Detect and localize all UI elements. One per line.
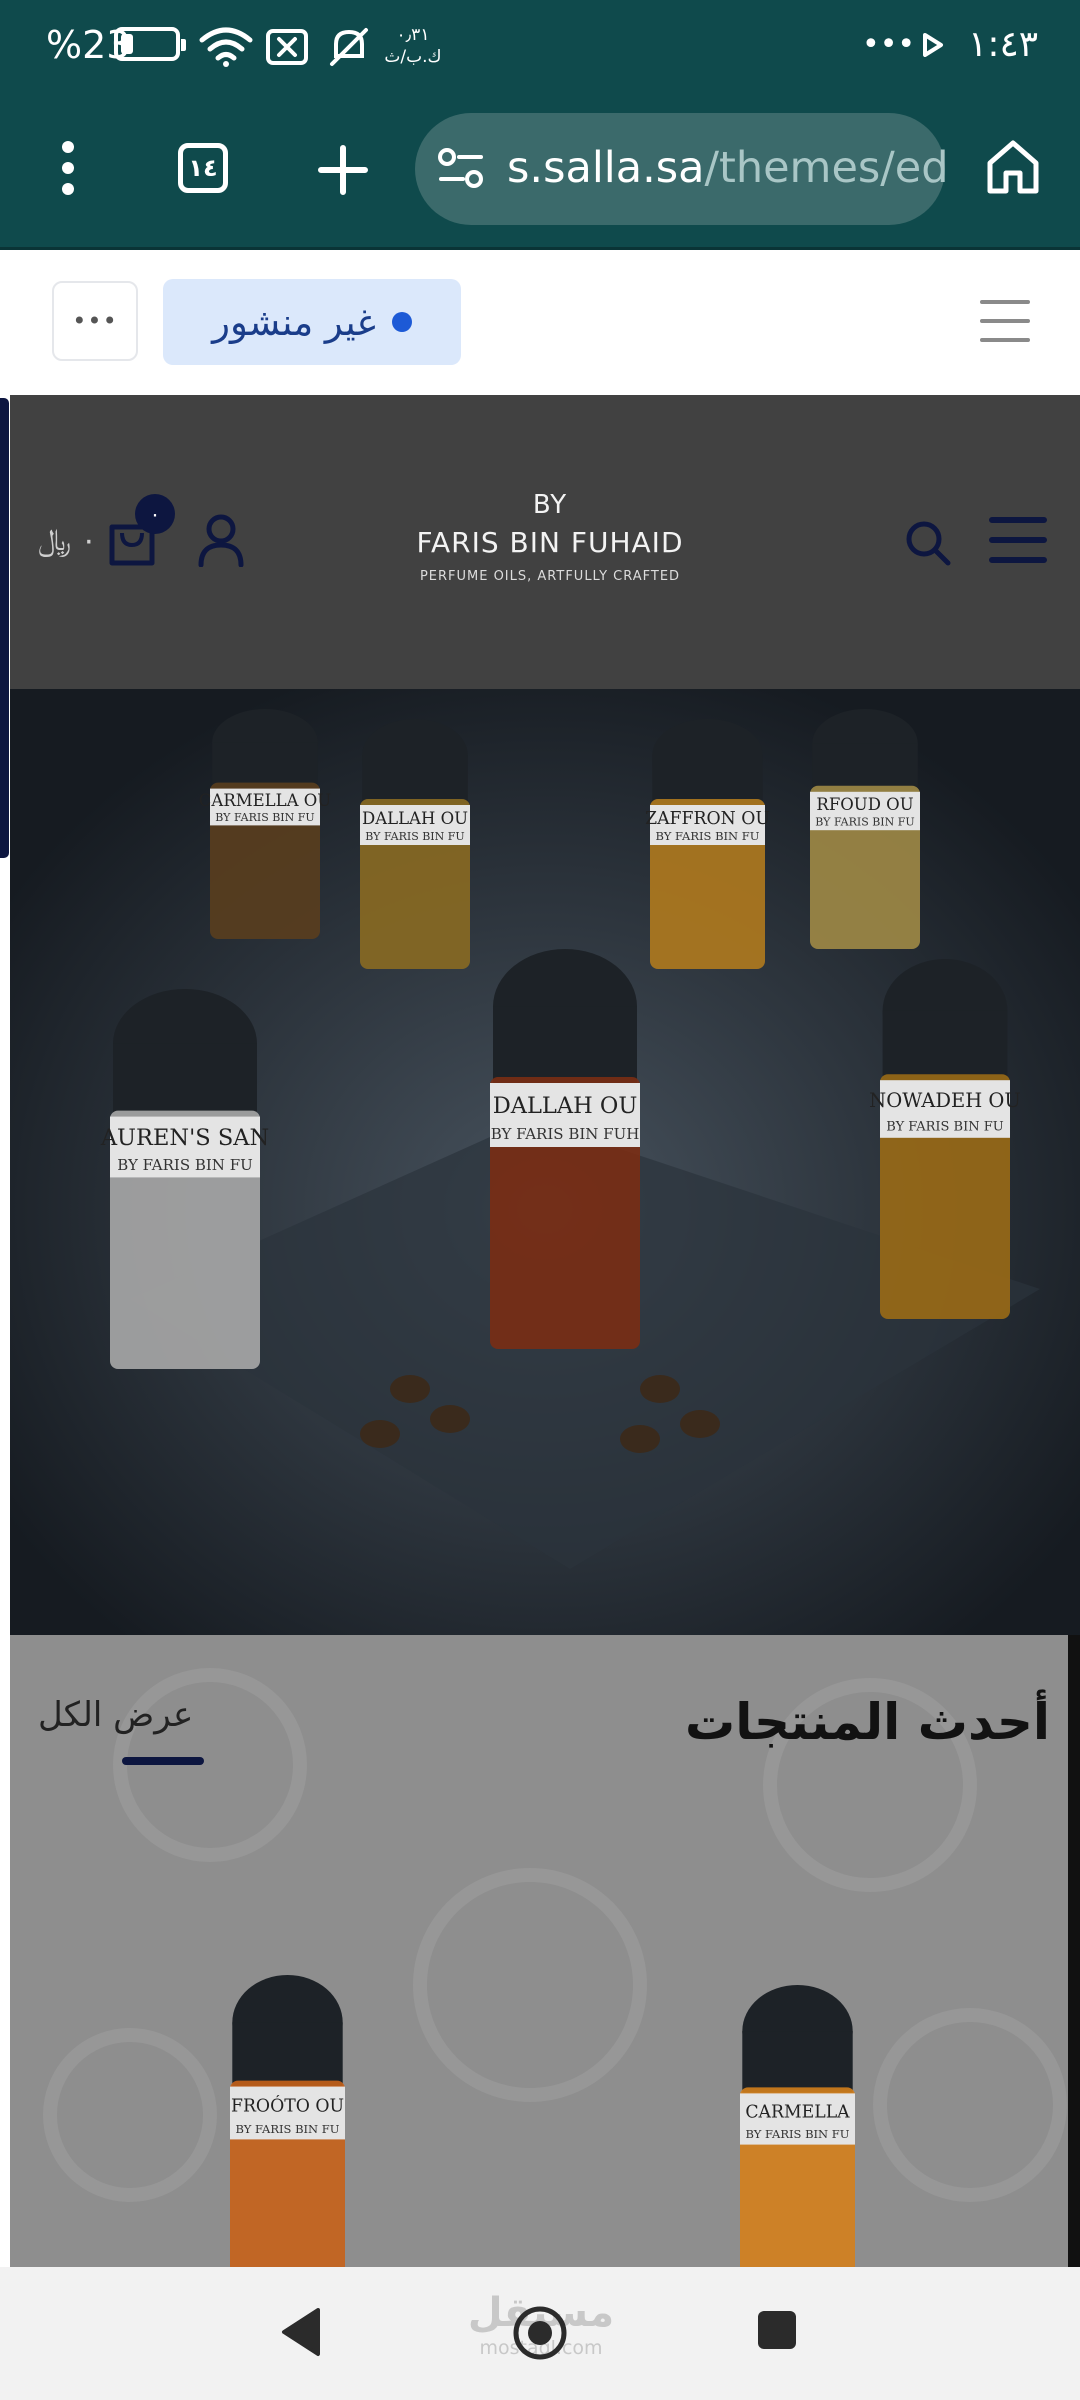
bottle-name: DALLAH OU — [493, 1093, 638, 1119]
new-tab-icon[interactable] — [318, 145, 368, 195]
user-icon[interactable] — [198, 513, 244, 567]
system-nav-bar: مستقل mostaql.com — [0, 2267, 1080, 2400]
tabs-button[interactable]: ١٤ — [178, 143, 228, 193]
product-bottles[interactable]: FROÓTO OU BY FARIS BIN FU CARMELLA BY FARIS… — [10, 1635, 1068, 2267]
bottle-sub: BY FARIS BIN FU — [117, 1156, 253, 1174]
bottle-cap-base — [362, 755, 468, 803]
hero-bottle-6: AUREN'S SAN BY FARIS BIN FU — [100, 989, 269, 1369]
site-settings-icon[interactable] — [437, 147, 485, 191]
network-speed: ٠٫٣١ ك.ب/ث — [384, 25, 442, 67]
hero-bottle-2: ZAFFRON OUBY FARIS BIN FU — [645, 719, 770, 969]
bottle-sub: BY FARIS BIN FU — [815, 815, 914, 828]
brand-tagline: PERFUME OILS, ARTFULLY CRAFTED — [419, 569, 681, 584]
hero-bottle-3: RFOUD OUBY FARIS BIN FU — [810, 709, 920, 949]
product-bottle-1: CARMELLA BY FARIS BIN FU — [740, 1985, 855, 2267]
hero-bottle-0: CARMELLA OUBY FARIS BIN FU — [199, 709, 332, 939]
cart-total: ٠ ﷼ — [38, 523, 97, 558]
bottle-cap-base — [742, 2031, 853, 2093]
status-bar: %23 ٠٫٣١ ك.ب/ث ••• ١:٤٣ — [0, 0, 1080, 95]
bottle-name: FROÓTO OU — [231, 2095, 344, 2116]
brand-by: BY — [532, 490, 568, 520]
bottle-sub: BY FARIS BIN FU — [746, 2127, 850, 2141]
publish-status-text: غير منشور — [212, 300, 376, 344]
store-header: ٠ ﷼ ٠ BY FARIS BIN FUHAID PERFUME OILS, … — [10, 395, 1080, 689]
product-bottle-0: FROÓTO OU BY FARIS BIN FU — [230, 1975, 345, 2267]
brand-name: FARIS BIN FUHAID — [416, 526, 684, 559]
more-options-button[interactable]: ••• — [52, 281, 138, 361]
editor-side-handle[interactable] — [0, 398, 9, 858]
hero-perfume-image: CARMELLA OUBY FARIS BIN FU DALLAH OUBY FA… — [10, 689, 1080, 1635]
home-icon[interactable] — [986, 139, 1040, 195]
wifi-icon — [199, 27, 253, 67]
url-host: s.salla.sa — [507, 143, 705, 193]
bottle-name: NOWADEH OU — [869, 1089, 1021, 1112]
search-icon[interactable] — [904, 519, 952, 567]
latest-products-section: أحدث المنتجات عرض الكل FROÓTO OU BY FARIS… — [10, 1635, 1068, 2267]
hero-bottle-5: NOWADEH OU BY FARIS BIN FU — [869, 959, 1021, 1319]
bottle-name: DALLAH OU — [362, 809, 468, 828]
play-icon — [923, 33, 943, 57]
hero-bottle-4: DALLAH OU BY FARIS BIN FUH — [490, 949, 640, 1349]
clock: ١:٤٣ — [968, 24, 1039, 65]
bottle-cap-base — [113, 1043, 257, 1117]
menu-dots-icon[interactable] — [52, 139, 84, 197]
bottle-name: RFOUD OU — [816, 795, 913, 814]
bottle-sub: BY FARIS BIN FU — [215, 811, 314, 824]
bottle-sub: BY FARIS BIN FU — [656, 829, 760, 843]
browser-toolbar: ١٤ s.salla.sa/themes/ed — [0, 95, 1080, 250]
bottle-cap-base — [232, 2022, 343, 2086]
bottle-name: CARMELLA — [745, 2102, 850, 2122]
publish-status-badge[interactable]: غير منشور — [163, 279, 461, 365]
bottle-sub: BY FARIS BIN FU — [365, 830, 464, 843]
store-menu-icon[interactable] — [988, 515, 1048, 565]
bottle-name: CARMELLA OU — [199, 791, 332, 810]
hero-banner[interactable]: CARMELLA OU BY FARIS BIN FU DALLAH OU BY FA… — [10, 689, 1080, 1635]
bottle-name: AUREN'S SAN — [100, 1125, 269, 1151]
bottle-cap-base — [882, 1010, 1008, 1080]
url-path: /themes/ed — [704, 143, 949, 193]
no-sim-icon — [266, 29, 308, 65]
battery-icon — [114, 27, 186, 61]
url-bar[interactable]: s.salla.sa/themes/ed — [415, 113, 949, 225]
bottle-cap-base — [812, 743, 918, 790]
bottle-cap-base — [493, 1006, 637, 1084]
bottle-sub: BY FARIS BIN FUH — [491, 1125, 640, 1143]
url-text[interactable]: s.salla.sa/themes/ed — [507, 143, 949, 193]
hamburger-menu-icon[interactable] — [980, 298, 1030, 344]
back-icon[interactable] — [280, 2307, 322, 2357]
mute-icon — [330, 28, 368, 66]
bottle-sub: BY FARIS BIN FU — [236, 2122, 340, 2136]
bottle-name: ZAFFRON OU — [645, 809, 770, 829]
editor-bar: ••• غير منشور — [0, 250, 1080, 395]
hero-bottle-1: DALLAH OU BY FARIS BIN FU — [360, 719, 470, 969]
more-notifications: ••• — [862, 27, 916, 62]
bottle-cap-base — [212, 742, 318, 787]
recents-icon[interactable] — [756, 2309, 798, 2351]
bottle-cap-base — [652, 755, 763, 803]
home-circle-icon[interactable] — [512, 2305, 568, 2361]
frame-edge — [1068, 1635, 1080, 2267]
store-logo[interactable]: BY FARIS BIN FUHAID PERFUME OILS, ARTFUL… — [350, 490, 750, 584]
status-dot — [391, 312, 412, 332]
cart-count-badge: ٠ — [135, 494, 175, 534]
bottle-sub: BY FARIS BIN FU — [886, 1120, 1003, 1135]
